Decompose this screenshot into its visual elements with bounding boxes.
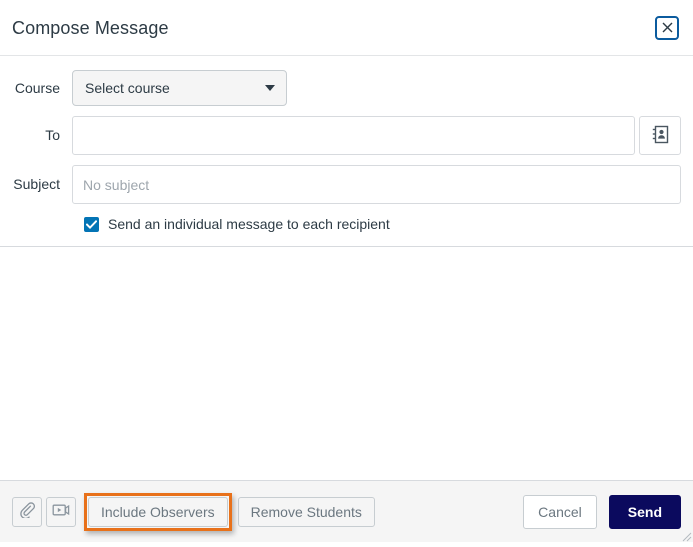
to-label: To [45,127,60,144]
close-x-icon [661,21,674,34]
checkmark-icon [86,219,97,229]
modal-header: Compose Message [0,0,693,56]
individual-message-checkbox[interactable] [84,216,99,232]
include-observers-button[interactable]: Include Observers [88,496,228,527]
attachment-button[interactable] [12,496,42,527]
course-select[interactable]: Select course [72,70,287,106]
to-field-area [72,116,681,155]
cancel-button[interactable]: Cancel [523,494,597,529]
compose-message-modal: Compose Message Course Select course To … [0,0,693,542]
subject-input[interactable] [72,165,681,204]
message-body-editor[interactable] [0,247,693,481]
to-row: To [12,116,681,155]
footer-right-actions: Cancel Send [523,494,681,529]
individual-message-label[interactable]: Send an individual message to each recip… [108,216,390,232]
footer-left-actions: Include Observers Remove Students [12,492,375,531]
subject-row: Subject [12,165,681,204]
course-label: Course [14,79,60,96]
individual-message-row: Send an individual message to each recip… [12,216,681,232]
address-book-icon [652,125,669,147]
media-recording-button[interactable] [46,496,76,527]
course-select-wrap: Select course [72,70,287,106]
address-book-button[interactable] [639,116,681,155]
subject-field-area [72,165,681,204]
resize-grip-icon[interactable] [680,529,692,542]
modal-footer: Include Observers Remove Students Cancel… [0,481,693,542]
close-icon-button[interactable] [655,15,679,40]
paperclip-icon [19,502,35,521]
compose-form: Course Select course To Subject No subje… [0,56,693,247]
page-title: Compose Message [12,17,169,38]
to-input[interactable] [72,116,635,155]
remove-students-button[interactable]: Remove Students [237,496,375,527]
media-recording-icon [52,503,70,520]
subject-label: Subject [13,176,60,193]
send-button[interactable]: Send [608,494,681,529]
include-observers-highlight: Include Observers [84,492,232,531]
course-row: Course Select course [12,70,681,106]
course-field-area: Select course [72,70,681,106]
